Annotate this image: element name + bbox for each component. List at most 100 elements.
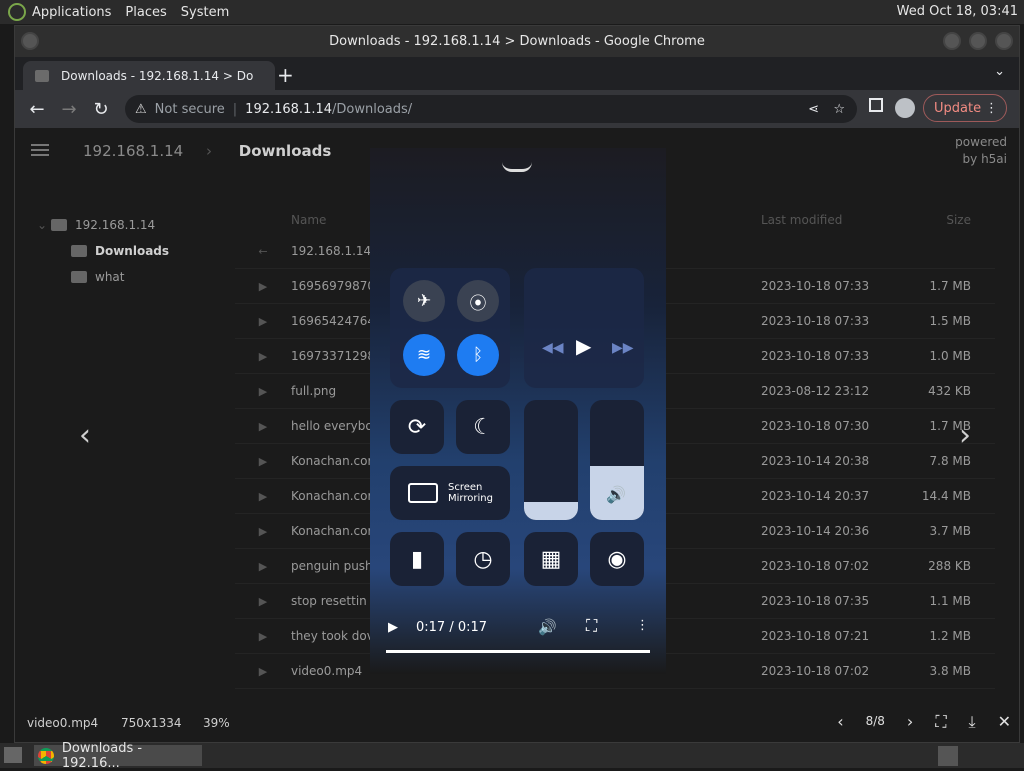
maximize-icon[interactable] <box>969 32 987 50</box>
video-controls: ▶ 0:17 / 0:17 🔊 ⛶ ⋮ <box>370 608 666 653</box>
collapse-icon[interactable]: ⌄ <box>37 218 51 232</box>
clock[interactable]: Wed Oct 18, 03:41 <box>897 4 1018 19</box>
breadcrumb-chevron-icon: › <box>205 142 212 160</box>
tree-item-what[interactable]: what <box>37 264 169 290</box>
file-type-icon: ▶ <box>258 314 268 328</box>
minimize-icon[interactable] <box>943 32 961 50</box>
share-icon[interactable]: ⋖ <box>808 102 819 117</box>
screen-mirroring-tile: Screen Mirroring <box>390 466 510 520</box>
new-tab-button[interactable]: + <box>277 63 294 87</box>
not-secure-label[interactable]: Not secure <box>155 102 225 117</box>
mirroring-label-line2: Mirroring <box>448 493 493 504</box>
file-type-icon: ▶ <box>258 384 268 398</box>
fullscreen-button[interactable]: ⛶ <box>586 616 597 636</box>
video-time: 0:17 / 0:17 <box>416 620 488 635</box>
file-date: 2023-10-14 20:37 <box>761 489 870 503</box>
timer-icon: ◷ <box>456 532 510 586</box>
file-size: 432 KB <box>928 384 971 398</box>
bookmark-star-icon[interactable]: ☆ <box>833 102 845 117</box>
prev-icon[interactable]: ‹ <box>837 712 843 732</box>
taskbar-window-chrome[interactable]: Downloads - 192.16... <box>34 741 202 771</box>
fullscreen-icon[interactable]: ⛶ <box>935 712 946 732</box>
menu-icon[interactable] <box>31 144 49 156</box>
file-type-icon: ▶ <box>258 524 268 538</box>
file-date: 2023-10-18 07:30 <box>761 419 870 433</box>
file-date: 2023-10-18 07:33 <box>761 349 870 363</box>
url-host: 192.168.1.14 <box>245 101 333 117</box>
more-menu-icon[interactable]: ⋮ <box>985 101 998 116</box>
file-size: 7.8 MB <box>929 454 971 468</box>
update-button[interactable]: Update ⋮ <box>923 94 1007 122</box>
reload-button[interactable]: ↻ <box>85 99 117 120</box>
file-date: 2023-10-18 07:02 <box>761 559 870 573</box>
video-menu-button[interactable]: ⋮ <box>636 618 649 633</box>
top-panel: Applications Places System Wed Oct 18, 0… <box>0 0 1024 24</box>
next-image-icon[interactable]: › <box>959 418 971 453</box>
volume-button[interactable]: 🔊 <box>538 618 557 636</box>
calculator-icon: ▦ <box>524 532 578 586</box>
tab-search-button[interactable]: ⌄ <box>994 64 1005 79</box>
cellular-icon: ⦿ <box>457 280 499 322</box>
video-progress-bar[interactable] <box>386 650 650 653</box>
back-button[interactable]: ← <box>21 99 53 120</box>
flashlight-icon: ▮ <box>390 532 444 586</box>
places-menu[interactable]: Places <box>125 5 166 20</box>
taskbar-window-label: Downloads - 192.16... <box>61 740 143 771</box>
airplane-icon: ✈ <box>403 280 445 322</box>
file-date: 2023-10-18 07:02 <box>761 664 870 678</box>
play-button[interactable]: ▶ <box>388 620 398 635</box>
next-icon[interactable]: › <box>907 712 913 732</box>
window-menu-icon[interactable] <box>21 32 39 50</box>
system-menu[interactable]: System <box>181 5 229 20</box>
file-type-icon: ▶ <box>258 559 268 573</box>
prev-image-icon[interactable]: ‹ <box>79 418 91 453</box>
tree-item-root[interactable]: ⌄ 192.168.1.14 <box>37 212 169 238</box>
bluetooth-icon: ᛒ <box>457 334 499 376</box>
file-type-icon: ▶ <box>258 629 268 643</box>
update-label: Update <box>934 100 982 116</box>
warning-icon[interactable]: ⚠ <box>135 102 147 117</box>
forward-button[interactable]: → <box>53 99 85 120</box>
powered-by: powered by h5ai <box>955 134 1007 168</box>
close-viewer-icon[interactable]: ✕ <box>998 712 1011 732</box>
folder-icon <box>71 245 87 257</box>
file-size: 3.7 MB <box>929 524 971 538</box>
address-separator: | <box>232 101 238 117</box>
powered-line: powered <box>955 135 1007 149</box>
side-panel-icon[interactable] <box>869 98 883 112</box>
powered-brand[interactable]: by h5ai <box>955 151 1007 168</box>
applications-menu[interactable]: Applications <box>32 5 111 20</box>
window-titlebar[interactable]: Downloads - 192.168.1.14 > Downloads - G… <box>15 26 1019 57</box>
rotation-lock-icon: ⟳ <box>390 400 444 454</box>
breadcrumb-root[interactable]: 192.168.1.14 <box>83 142 183 160</box>
show-desktop-icon[interactable] <box>4 747 22 763</box>
rewind-icon: ◀◀ <box>542 340 564 356</box>
close-window-icon[interactable] <box>995 32 1013 50</box>
speaker-icon: 🔊 <box>606 485 626 504</box>
breadcrumb-current[interactable]: Downloads <box>239 142 332 160</box>
tab-downloads[interactable]: Downloads - 192.168.1.14 > Do <box>23 61 275 90</box>
file-type-icon: ▶ <box>258 454 268 468</box>
parent-arrow-icon: ← <box>258 244 268 258</box>
address-bar[interactable]: ⚠ Not secure | 192.168.1.14 /Downloads/ … <box>125 95 857 123</box>
file-size: 1.1 MB <box>929 594 971 608</box>
tree-item-downloads[interactable]: Downloads <box>37 238 169 264</box>
file-size: 1.5 MB <box>929 314 971 328</box>
column-modified[interactable]: Last modified <box>761 213 891 227</box>
file-date: 2023-10-14 20:38 <box>761 454 870 468</box>
file-date: 2023-10-14 20:36 <box>761 524 870 538</box>
file-type-icon: ▶ <box>258 279 268 293</box>
column-size[interactable]: Size <box>891 213 971 227</box>
media-viewer[interactable]: ✈ ⦿ ≋ ᛒ ◀◀ ▶ ▶▶ ⟳ ☾ Screen Mirroring 🔊 ▮… <box>370 148 666 674</box>
distro-logo-icon[interactable] <box>8 3 26 21</box>
tab-label: Downloads - 192.168.1.14 > Do <box>61 68 254 83</box>
file-date: 2023-10-18 07:33 <box>761 279 870 293</box>
volume-slider: 🔊 <box>590 400 644 520</box>
mirroring-label-line1: Screen <box>448 482 483 493</box>
brightness-fill <box>524 502 578 520</box>
chrome-icon <box>38 747 54 764</box>
profile-avatar-icon[interactable] <box>895 98 915 118</box>
download-icon[interactable]: ⤓ <box>969 712 976 732</box>
viewer-filename: video0.mp4 <box>27 716 99 730</box>
tray-chrome-icon[interactable] <box>938 746 958 766</box>
